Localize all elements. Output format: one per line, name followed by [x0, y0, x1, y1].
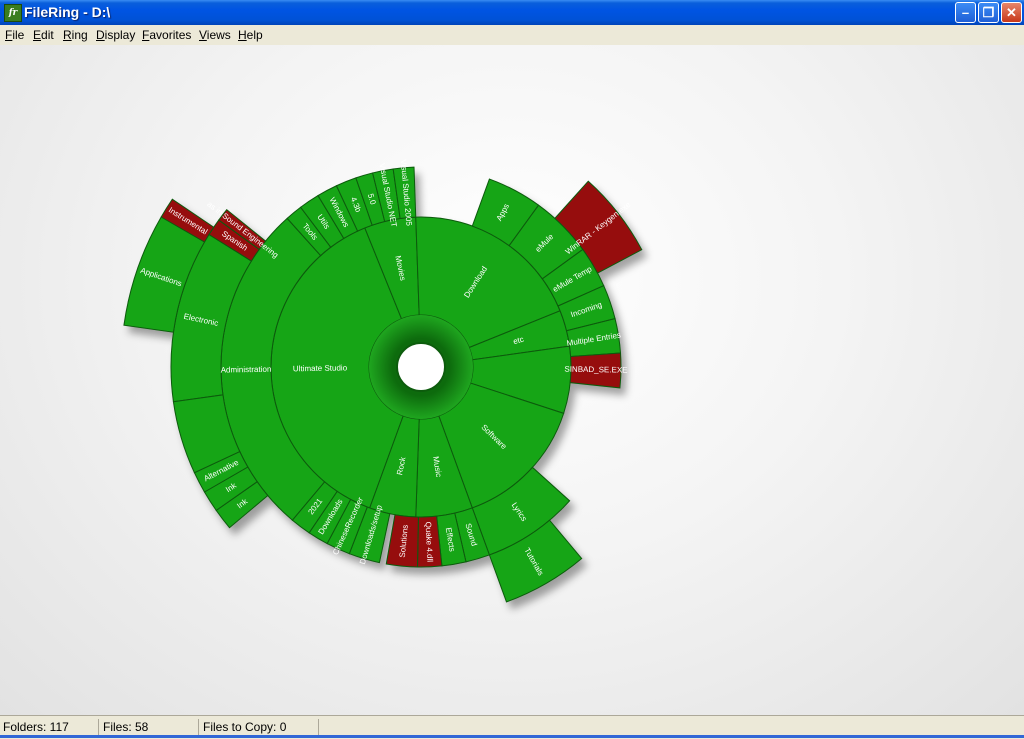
folder-ring-chart[interactable]: Ultimate StudioMovies DownloadetcSoftware… — [0, 45, 1024, 715]
menu-bar: File Edit Ring Display Favorites Views H… — [0, 25, 1024, 45]
menu-ring[interactable]: Ring — [63, 28, 88, 42]
title-bar[interactable]: fr FileRing - D:\ – ❐ ✕ — [0, 0, 1024, 25]
ring-segment-label: Quake 4.dll — [424, 521, 435, 562]
menu-display[interactable]: Display — [96, 28, 135, 42]
ring-segment-label: SINBAD_SE.EXE — [564, 365, 627, 375]
status-folders: Folders: 117 — [0, 719, 99, 735]
minimize-icon: – — [961, 5, 970, 20]
filering-window: fr FileRing - D:\ – ❐ ✕ File Edit Ring D… — [0, 0, 1024, 739]
status-files: Files: 58 — [100, 719, 199, 735]
close-button[interactable]: ✕ — [1001, 2, 1022, 23]
menu-edit[interactable]: Edit — [33, 28, 54, 42]
ring-segment-label: Ultimate Studio — [293, 363, 348, 373]
minimize-button[interactable]: – — [955, 2, 976, 23]
restore-icon: ❐ — [982, 5, 995, 20]
menu-file[interactable]: File — [5, 28, 24, 42]
center-hole[interactable] — [396, 342, 446, 392]
ring-segment-label: Administration — [221, 365, 272, 375]
menu-help[interactable]: Help — [238, 28, 263, 42]
close-icon: ✕ — [1006, 5, 1017, 20]
status-files-to-copy: Files to Copy: 0 — [200, 719, 319, 735]
restore-button[interactable]: ❐ — [978, 2, 999, 23]
app-icon: fr — [4, 4, 22, 22]
window-title: FileRing - D:\ — [24, 4, 111, 20]
menu-favorites[interactable]: Favorites — [142, 28, 191, 42]
menu-views[interactable]: Views — [199, 28, 231, 42]
ring-canvas[interactable]: Ultimate Studio Movies Download etc Software… — [0, 45, 1024, 715]
